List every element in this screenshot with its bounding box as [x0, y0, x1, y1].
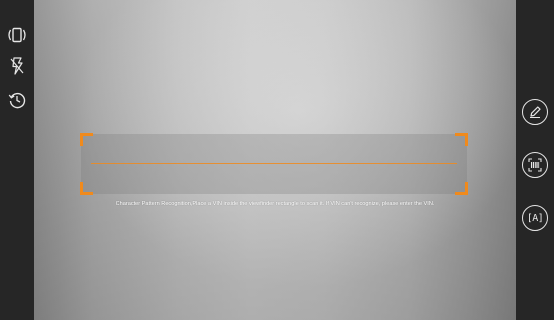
edit-icon [530, 106, 541, 118]
scan-hint-text: Character Pattern Recognition,Place a VI… [115, 201, 435, 207]
flash-toggle-button[interactable] [7, 55, 27, 77]
viewfinder-corner-top-left [80, 133, 93, 146]
right-toolbar: [A] [516, 0, 554, 320]
rotate-screen-button[interactable] [5, 25, 29, 45]
rotate-screen-icon [8, 27, 26, 43]
flash-off-icon [10, 57, 24, 75]
viewfinder-corner-top-right [455, 133, 468, 146]
barcode-scan-icon [528, 158, 542, 172]
text-recognition-icon: [A] [526, 212, 544, 224]
barcode-scan-button[interactable] [522, 152, 548, 178]
viewfinder-corner-bottom-left [80, 182, 93, 195]
viewfinder-rectangle [80, 133, 468, 195]
history-button[interactable] [6, 89, 28, 111]
scan-line [91, 163, 457, 164]
viewfinder-corner-bottom-right [455, 182, 468, 195]
history-icon [8, 92, 26, 109]
text-recognition-button[interactable]: [A] [522, 205, 548, 231]
manual-entry-button[interactable] [522, 99, 548, 125]
left-toolbar [0, 0, 34, 320]
